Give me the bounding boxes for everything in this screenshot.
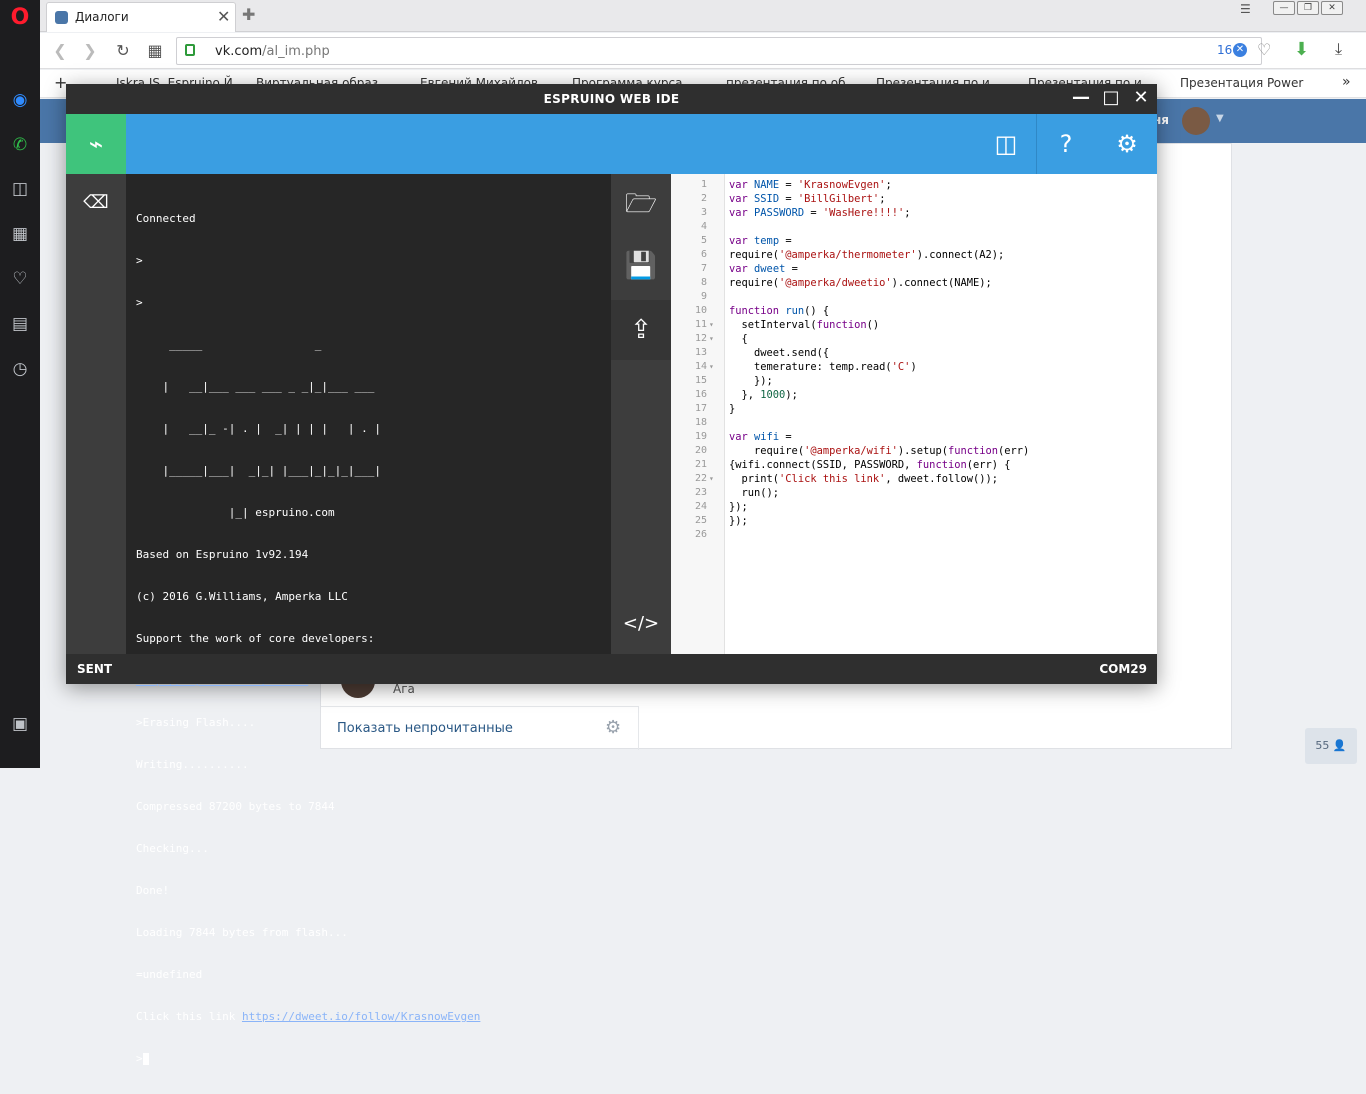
code-editor[interactable]: 1 2 3 4 5 6 7 8 9 10 11 12 13 14 15 16 1… xyxy=(671,174,1157,654)
avatar[interactable] xyxy=(1182,107,1210,135)
lock-icon xyxy=(185,44,195,56)
tab-active[interactable]: Диалоги ✕ xyxy=(46,2,236,32)
terminal-line: =undefined xyxy=(136,968,203,981)
split-view-icon[interactable]: ◫ xyxy=(990,128,1022,160)
status-sent: SENT xyxy=(77,662,113,676)
terminal-text: Click this link xyxy=(136,1010,242,1023)
terminal-line: |_| espruino.com xyxy=(136,506,335,519)
gear-icon[interactable]: ⚙ xyxy=(605,717,621,738)
downloads-icon[interactable]: ⤓ xyxy=(1335,39,1342,59)
upload-icon[interactable]: ⇪ xyxy=(611,300,671,360)
tabs-grid-icon[interactable]: ▦ xyxy=(145,41,165,61)
new-tab-icon[interactable]: ✚ xyxy=(242,5,255,24)
dweet-link[interactable]: https://dweet.io/follow/KrasnowEvgen xyxy=(242,1010,480,1023)
speed-dial-icon[interactable]: ▦ xyxy=(8,222,32,246)
back-icon[interactable]: ❮ xyxy=(50,41,70,61)
code-text[interactable]: var NAME = 'KrasnowEvgen'; var SSID = 'B… xyxy=(729,178,1029,528)
ide-titlebar: ESPRUINO WEB IDE — □ ✕ xyxy=(66,84,1157,114)
tab-title: Диалоги xyxy=(75,10,129,24)
tab-bar: Диалоги ✕ ✚ ☰ — ❐ ✕ xyxy=(40,0,1366,32)
close-window-button[interactable]: ✕ xyxy=(1321,1,1343,15)
reload-icon[interactable]: ↻ xyxy=(113,41,133,61)
espruino-ide-window: ESPRUINO WEB IDE — □ ✕ ⌁ ◫ ? ⚙ ⌫ Connect… xyxy=(66,84,1157,1065)
opera-sidebar: O ◉ ✆ ◫ ▦ ♡ ▤ ◷ ▣ xyxy=(0,0,40,768)
camera-icon[interactable]: ◫ xyxy=(8,177,32,201)
terminal-line: Writing.......... xyxy=(136,758,249,771)
ide-title: ESPRUINO WEB IDE xyxy=(543,92,680,106)
open-folder-icon[interactable]: 🗁 xyxy=(611,174,671,234)
messenger-icon[interactable]: ◉ xyxy=(8,88,32,112)
prompt-char: > xyxy=(136,1052,143,1065)
terminal-line: Connected xyxy=(136,212,196,225)
url-field[interactable]: vk.com/al_im.php 16 ✕ ♡ xyxy=(176,37,1271,65)
terminal-line: Checking... xyxy=(136,842,209,855)
terminal-line: (c) 2016 G.Williams, Amperka LLC xyxy=(136,590,348,603)
online-counter[interactable]: 55 👤 xyxy=(1305,728,1357,764)
plug-disconnected-icon: ⌁ xyxy=(88,130,104,158)
terminal-line: >Erasing Flash.... xyxy=(136,716,256,729)
terminal-line: | __|___ ___ ___ _ _|_|___ ___ xyxy=(136,380,375,393)
forward-icon[interactable]: ❯ xyxy=(80,41,100,61)
ide-toolbar: ⌁ ◫ ? ⚙ xyxy=(66,114,1157,174)
terminal-prompt[interactable]: > xyxy=(136,1052,480,1066)
line-numbers: 1 2 3 4 5 6 7 8 9 10 11 12 13 14 15 16 1… xyxy=(694,179,707,540)
code-view-icon[interactable]: </> xyxy=(611,594,671,654)
terminal-line: > xyxy=(136,254,143,267)
terminal-line: Click this link https://dweet.io/follow/… xyxy=(136,1010,480,1024)
terminal-line: Loading 7844 bytes from flash... xyxy=(136,926,348,939)
tab-close-icon[interactable]: ✕ xyxy=(217,7,230,26)
save-icon[interactable]: 💾 xyxy=(611,236,671,296)
terminal-line: Done! xyxy=(136,884,170,897)
bookmark-heart-icon[interactable]: ♡ xyxy=(1257,40,1271,59)
address-bar: ❮ ❯ ↻ ▦ vk.com/al_im.php 16 ✕ ♡ ⬇ ⤓ xyxy=(40,33,1366,69)
url-text: vk.com/al_im.php xyxy=(215,44,330,59)
minimize-button[interactable]: — xyxy=(1273,1,1295,15)
tab-menu-icon[interactable]: ☰ xyxy=(1240,2,1251,16)
whatsapp-icon[interactable]: ✆ xyxy=(8,133,32,157)
terminal-line: | __|_ -| . | _| | | | | . | xyxy=(136,422,382,435)
ide-maximize-button[interactable]: □ xyxy=(1099,87,1123,108)
terminal-line: > xyxy=(136,296,143,309)
vk-favicon-icon xyxy=(55,11,68,24)
terminal-line: |_____|___| _|_| |___|_|_|_|___| xyxy=(136,464,382,477)
opera-logo-icon[interactable]: O xyxy=(8,6,32,30)
tracker-count: 16 xyxy=(1217,43,1233,57)
blocker-icon[interactable]: ✕ xyxy=(1233,43,1247,57)
editor-gutter: 1 2 3 4 5 6 7 8 9 10 11 12 13 14 15 16 1… xyxy=(671,174,725,654)
editor-sidebar: 🗁 💾 ⇪ </> xyxy=(611,174,671,654)
heart-icon[interactable]: ♡ xyxy=(8,267,32,291)
status-port[interactable]: COM29 xyxy=(1099,662,1147,676)
terminal-line: Support the work of core developers: xyxy=(136,632,375,645)
sidebar-toggle-icon[interactable]: ▣ xyxy=(8,712,32,736)
ide-close-button[interactable]: ✕ xyxy=(1129,87,1153,108)
terminal-line: _____ _ xyxy=(136,338,322,351)
news-icon[interactable]: ▤ xyxy=(8,312,32,336)
download-arrow-icon[interactable]: ⬇ xyxy=(1294,39,1309,60)
ide-statusbar: SENT COM29 xyxy=(66,654,1157,684)
chevron-down-icon[interactable]: ▼ xyxy=(1216,113,1224,124)
terminal[interactable]: Connected > > _____ _ | __|___ ___ ___ _… xyxy=(126,174,611,1065)
help-book-icon[interactable]: ? xyxy=(1050,128,1082,160)
terminal-line: Based on Espruino 1v92.194 xyxy=(136,548,309,561)
cursor xyxy=(142,1053,149,1065)
fold-markers[interactable]: ▾ ▾ ▾ ▾ xyxy=(709,178,719,486)
history-icon[interactable]: ◷ xyxy=(8,357,32,381)
clear-terminal-icon[interactable]: ⌫ xyxy=(82,192,110,214)
more-bookmarks-icon[interactable]: » xyxy=(1342,74,1351,90)
terminal-line: Compressed 87200 bytes to 7844 xyxy=(136,800,335,813)
connect-button[interactable]: ⌁ xyxy=(66,114,126,174)
toolbar-divider xyxy=(1036,114,1037,174)
bookmark-item[interactable]: Презентация Power xyxy=(1180,76,1303,90)
settings-gear-icon[interactable]: ⚙ xyxy=(1111,128,1143,160)
terminal-sidebar: ⌫ xyxy=(66,174,126,654)
maximize-button[interactable]: ❐ xyxy=(1297,1,1319,15)
ide-minimize-button[interactable]: — xyxy=(1069,87,1093,108)
